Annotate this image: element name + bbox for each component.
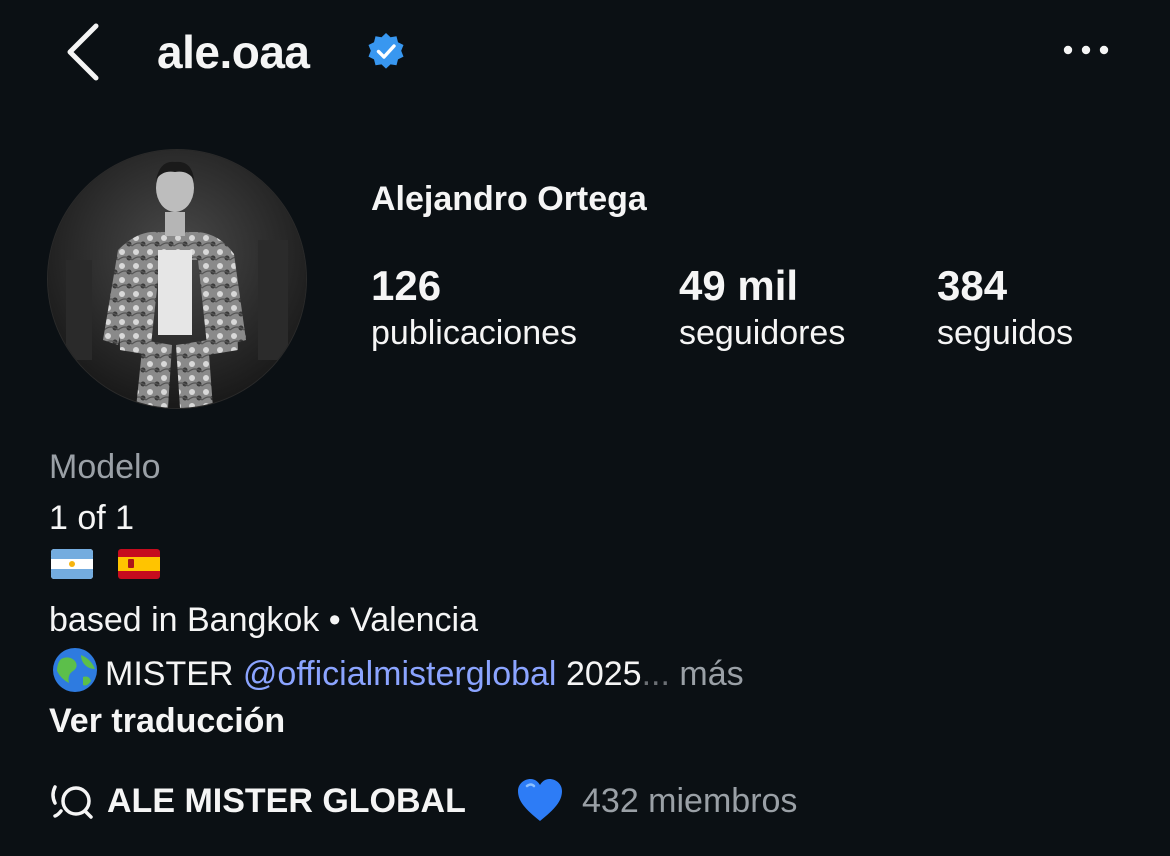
- location-separator: •: [319, 601, 351, 639]
- stat-following[interactable]: 384 seguidos: [937, 260, 1073, 356]
- argentina-flag-icon: [49, 547, 95, 593]
- more-link[interactable]: más: [679, 655, 743, 693]
- bio-mister-line: MISTER @officialmisterglobal 2025... más: [49, 647, 744, 705]
- profile-avatar[interactable]: [48, 150, 306, 408]
- mention-link[interactable]: @officialmisterglobal: [243, 655, 557, 693]
- stat-posts[interactable]: 126 publicaciones: [371, 260, 577, 356]
- channel-members: 432 miembros: [582, 782, 798, 820]
- bio-flags: [49, 545, 174, 591]
- broadcast-channel-icon: [49, 781, 97, 821]
- bio-category: Modelo: [49, 448, 161, 486]
- location-prefix: based in Bangkok: [49, 601, 320, 639]
- more-dots-icon[interactable]: [1058, 30, 1114, 70]
- stat-followers[interactable]: 49 mil seguidores: [679, 260, 845, 356]
- stat-followers-value: 49 mil: [679, 262, 799, 309]
- stat-following-label: seguidos: [937, 314, 1074, 352]
- channel-name: ALE MISTER GLOBAL: [107, 782, 466, 820]
- bio-ellipsis: ...: [641, 654, 670, 693]
- location-city: Valencia: [350, 601, 479, 639]
- chevron-left-icon[interactable]: [60, 20, 110, 84]
- spain-flag-icon: [116, 547, 162, 593]
- top-bar: ale.oaa: [0, 0, 1170, 110]
- profile-username: ale.oaa: [157, 26, 310, 78]
- profile-full-name: Alejandro Ortega: [371, 180, 647, 218]
- mister-text: MISTER: [105, 654, 234, 693]
- blue-heart-icon: [515, 776, 565, 826]
- bio-line: 1 of 1: [49, 499, 135, 537]
- globe-icon: [49, 647, 101, 705]
- stat-posts-value: 126: [371, 262, 442, 309]
- bio-year: 2025: [565, 654, 642, 693]
- translate-link[interactable]: Ver traducción: [49, 698, 285, 744]
- verified-badge-icon: [366, 32, 406, 72]
- bio-location: based in Bangkok • Valencia: [49, 597, 478, 643]
- stat-posts-label: publicaciones: [371, 314, 578, 352]
- stat-followers-label: seguidores: [679, 314, 846, 352]
- stat-following-value: 384: [937, 262, 1008, 309]
